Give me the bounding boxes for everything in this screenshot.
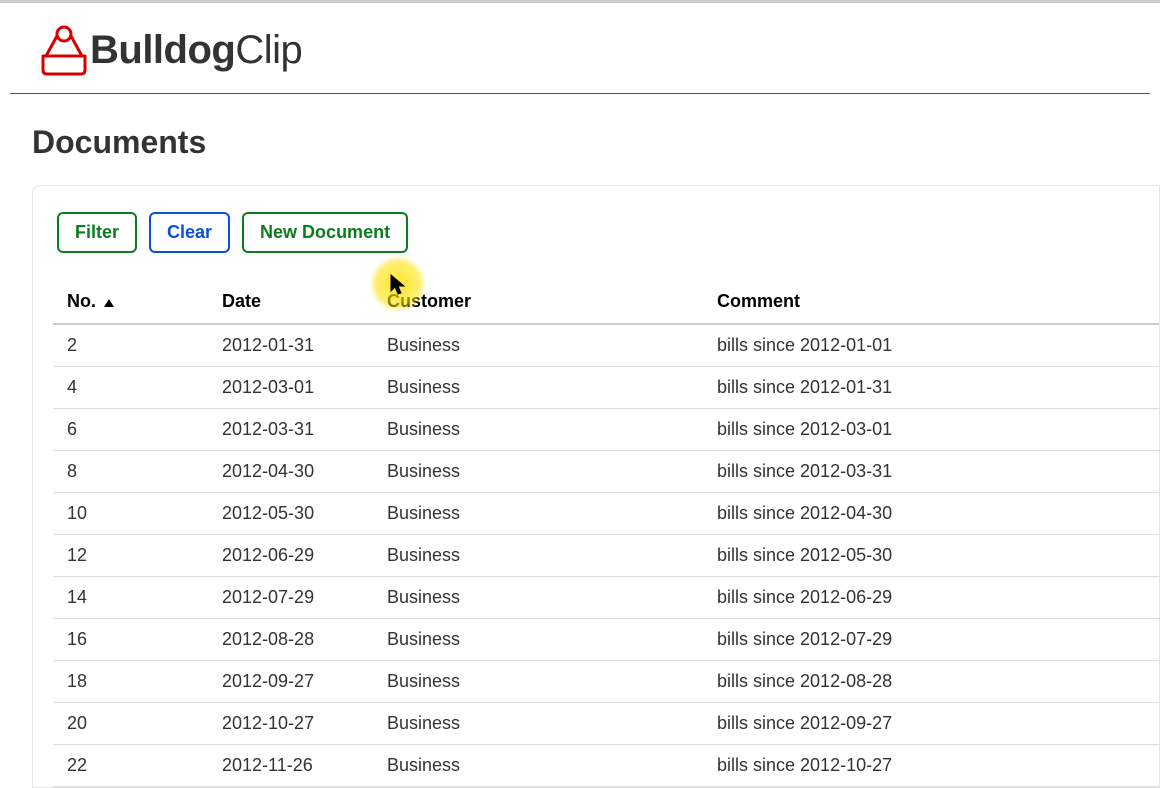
table-row[interactable]: 22012-01-31Businessbills since 2012-01-0… <box>53 324 1159 367</box>
action-button-row: Filter Clear New Document <box>53 212 1159 253</box>
column-header-customer[interactable]: Customer <box>373 281 703 324</box>
cell-comment: bills since 2012-10-27 <box>703 744 1159 786</box>
cell-date: 2012-03-01 <box>208 366 373 408</box>
cell-date: 2012-06-29 <box>208 534 373 576</box>
table-row[interactable]: 42012-03-01Businessbills since 2012-01-3… <box>53 366 1159 408</box>
cell-comment: bills since 2012-06-29 <box>703 576 1159 618</box>
cell-customer: Business <box>373 576 703 618</box>
cell-no: 10 <box>53 492 208 534</box>
cell-no: 6 <box>53 408 208 450</box>
table-row[interactable]: 122012-06-29Businessbills since 2012-05-… <box>53 534 1159 576</box>
cell-date: 2012-09-27 <box>208 660 373 702</box>
cell-comment: bills since 2012-01-31 <box>703 366 1159 408</box>
column-header-no[interactable]: No. <box>53 281 208 324</box>
cell-customer: Business <box>373 702 703 744</box>
cell-comment: bills since 2012-08-28 <box>703 660 1159 702</box>
cell-comment: bills since 2012-01-01 <box>703 324 1159 367</box>
table-row[interactable]: 62012-03-31Businessbills since 2012-03-0… <box>53 408 1159 450</box>
cell-comment: bills since 2012-05-30 <box>703 534 1159 576</box>
cell-comment: bills since 2012-09-27 <box>703 702 1159 744</box>
cell-no: 14 <box>53 576 208 618</box>
logo-text-light: Clip <box>235 28 302 72</box>
cell-no: 2 <box>53 324 208 367</box>
cell-customer: Business <box>373 366 703 408</box>
cell-customer: Business <box>373 744 703 786</box>
cell-date: 2012-11-26 <box>208 744 373 786</box>
column-header-comment[interactable]: Comment <box>703 281 1159 324</box>
cell-customer: Business <box>373 534 703 576</box>
cell-customer: Business <box>373 450 703 492</box>
cell-customer: Business <box>373 324 703 367</box>
cell-no: 8 <box>53 450 208 492</box>
clear-button[interactable]: Clear <box>149 212 230 253</box>
table-row[interactable]: 222012-11-26Businessbills since 2012-10-… <box>53 744 1159 786</box>
cell-date: 2012-04-30 <box>208 450 373 492</box>
cell-no: 18 <box>53 660 208 702</box>
logo-text-bold: Bulldog <box>90 28 235 72</box>
logo-text: BulldogClip <box>90 28 302 73</box>
cell-no: 20 <box>53 702 208 744</box>
cell-no: 22 <box>53 744 208 786</box>
table-row[interactable]: 182012-09-27Businessbills since 2012-08-… <box>53 660 1159 702</box>
column-header-date[interactable]: Date <box>208 281 373 324</box>
table-body: 22012-01-31Businessbills since 2012-01-0… <box>53 324 1159 787</box>
documents-table: No. Date Customer Comment 22012-01-31Bus… <box>53 281 1159 787</box>
cell-customer: Business <box>373 660 703 702</box>
cell-customer: Business <box>373 408 703 450</box>
cell-date: 2012-08-28 <box>208 618 373 660</box>
sort-ascending-icon <box>103 292 115 313</box>
table-row[interactable]: 82012-04-30Businessbills since 2012-03-3… <box>53 450 1159 492</box>
new-document-button[interactable]: New Document <box>242 212 408 253</box>
cell-customer: Business <box>373 492 703 534</box>
app-logo: BulldogClip <box>0 3 1160 83</box>
cell-comment: bills since 2012-03-01 <box>703 408 1159 450</box>
table-header-row: No. Date Customer Comment <box>53 281 1159 324</box>
cell-date: 2012-10-27 <box>208 702 373 744</box>
table-row[interactable]: 142012-07-29Businessbills since 2012-06-… <box>53 576 1159 618</box>
cell-no: 16 <box>53 618 208 660</box>
page-title: Documents <box>32 124 1160 161</box>
documents-panel: Filter Clear New Document No. Date Custo… <box>32 185 1160 788</box>
header-divider <box>10 93 1150 94</box>
cell-comment: bills since 2012-03-31 <box>703 450 1159 492</box>
cell-date: 2012-07-29 <box>208 576 373 618</box>
table-row[interactable]: 102012-05-30Businessbills since 2012-04-… <box>53 492 1159 534</box>
cell-date: 2012-03-31 <box>208 408 373 450</box>
cell-comment: bills since 2012-07-29 <box>703 618 1159 660</box>
cell-no: 12 <box>53 534 208 576</box>
filter-button[interactable]: Filter <box>57 212 137 253</box>
cell-date: 2012-05-30 <box>208 492 373 534</box>
bulldog-clip-icon <box>40 24 88 76</box>
cell-customer: Business <box>373 618 703 660</box>
cell-date: 2012-01-31 <box>208 324 373 367</box>
table-row[interactable]: 162012-08-28Businessbills since 2012-07-… <box>53 618 1159 660</box>
cell-no: 4 <box>53 366 208 408</box>
cell-comment: bills since 2012-04-30 <box>703 492 1159 534</box>
table-row[interactable]: 202012-10-27Businessbills since 2012-09-… <box>53 702 1159 744</box>
column-header-no-label: No. <box>67 291 96 311</box>
